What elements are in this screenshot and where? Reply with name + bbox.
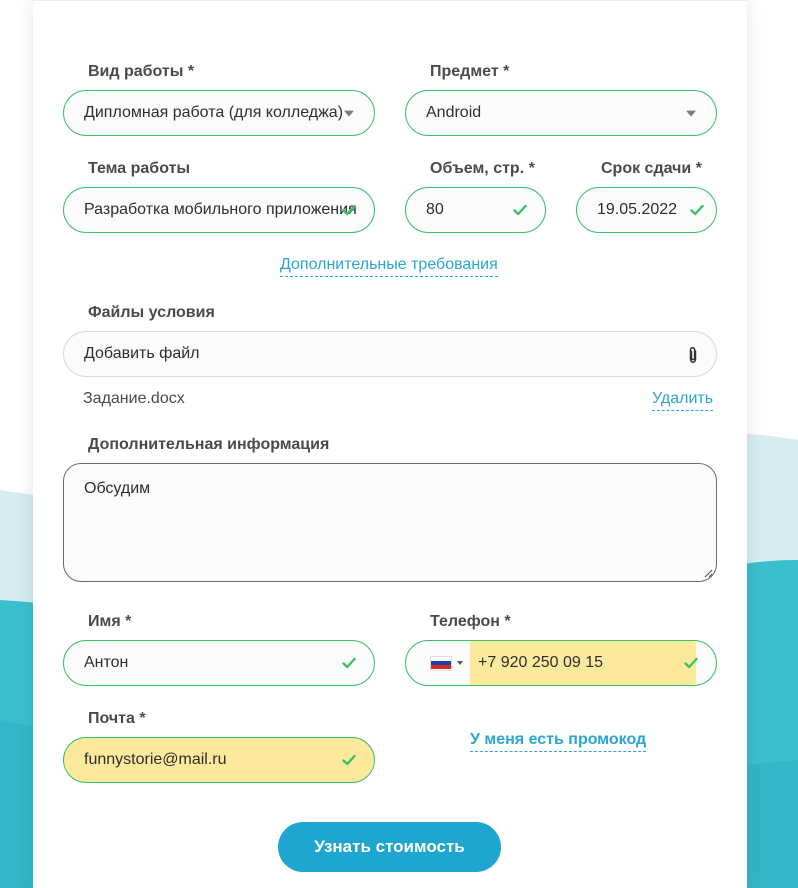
phone-label: Телефон * [430,613,511,630]
subject-value: Android [426,104,482,121]
add-file-placeholder: Добавить файл [84,345,200,362]
additional-info-label: Дополнительная информация [88,436,330,453]
pages-label: Объем, стр. * [430,160,535,177]
name-input[interactable]: Антон [63,640,375,686]
phone-input[interactable]: +7 920 250 09 15 [405,640,717,686]
email-label: Почта * [88,710,146,727]
topic-input[interactable]: Разработка мобильного приложения [63,187,375,233]
pages-value: 80 [426,201,444,218]
check-icon [342,754,356,766]
additional-info-textarea[interactable]: Обсудим [63,463,717,582]
check-icon [690,204,704,216]
delete-file-link[interactable]: Удалить [652,390,714,411]
russia-flag-icon [430,655,452,671]
deadline-value: 19.05.2022 [597,201,678,218]
name-label: Имя * [88,613,132,630]
deadline-input[interactable]: 19.05.2022 [576,187,717,233]
subject-label: Предмет * [430,63,510,80]
chevron-down-icon [344,110,354,117]
paperclip-icon [689,346,697,364]
email-value: funnystorie@mail.ru [84,751,227,768]
extra-requirements-link[interactable]: Дополнительные требования [280,256,498,277]
pages-input[interactable]: 80 [405,187,546,233]
email-input[interactable]: funnystorie@mail.ru [63,737,375,783]
phone-number-field[interactable]: +7 920 250 09 15 [470,641,696,685]
promo-code-link[interactable]: У меня есть промокод [470,731,647,752]
work-type-select[interactable]: Дипломная работа (для колледжа) [63,90,375,136]
check-icon [684,657,698,669]
topic-value: Разработка мобильного приложения [84,201,356,218]
chevron-down-icon [457,661,463,665]
files-label: Файлы условия [88,304,215,321]
deadline-label: Срок сдачи * [601,160,702,177]
additional-info-value: Обсудим [84,480,151,497]
order-form-card: Вид работы * Дипломная работа (для колле… [33,0,747,888]
topic-label: Тема работы [88,160,191,177]
phone-value: +7 920 250 09 15 [478,654,604,671]
attached-file-name: Задание.docx [83,390,185,407]
work-type-value: Дипломная работа (для колледжа) [84,104,344,121]
work-type-label: Вид работы * [88,63,195,80]
subject-select[interactable]: Android [405,90,717,136]
check-icon [513,204,527,216]
name-value: Антон [84,654,129,671]
get-price-button[interactable]: Узнать стоимость [278,822,501,872]
country-select[interactable] [406,641,470,685]
check-icon [342,204,356,216]
chevron-down-icon [686,110,696,117]
resize-handle-icon[interactable] [703,568,713,578]
check-icon [342,657,356,669]
add-file-input[interactable]: Добавить файл [63,331,717,377]
